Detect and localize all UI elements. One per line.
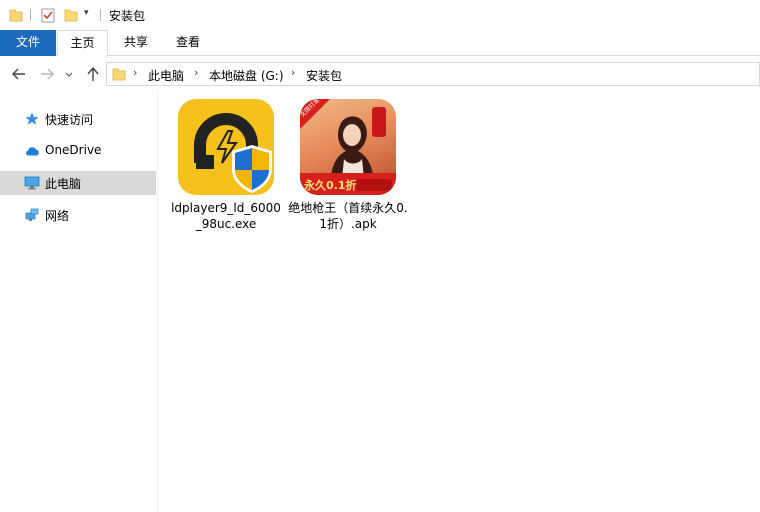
tab-home[interactable]: 主页 — [57, 30, 108, 57]
title-bar: ▾ 安装包 — [0, 0, 760, 30]
ribbon: 文件 主页 共享 查看 — [0, 30, 760, 57]
forward-arrow-icon[interactable] — [38, 65, 56, 83]
ldplayer-app-icon — [178, 99, 274, 195]
breadcrumb-drive[interactable]: 本地磁盘 (G:) — [209, 67, 284, 84]
tab-view[interactable]: 查看 — [163, 30, 213, 56]
recent-locations-chevron-icon[interactable] — [63, 65, 75, 83]
navigation-bar: › 此电脑 › 本地磁盘 (G:) › 安装包 — [0, 57, 760, 91]
tab-file[interactable]: 文件 — [0, 30, 56, 56]
new-folder-icon[interactable] — [64, 7, 78, 23]
tab-share[interactable]: 共享 — [112, 30, 160, 56]
cloud-icon — [26, 147, 39, 156]
separator — [30, 9, 31, 21]
game-apk-icon: 无限打金 永久0.1折 — [300, 99, 396, 195]
address-bar[interactable]: › 此电脑 › 本地磁盘 (G:) › 安装包 — [106, 62, 760, 86]
computer-icon — [24, 176, 40, 190]
sidebar-item-onedrive[interactable]: OneDrive — [0, 139, 156, 163]
separator — [100, 9, 101, 21]
file-item-ldplayer[interactable]: ldplayer9_ld_6000_98uc.exe — [171, 99, 281, 232]
star-icon — [25, 112, 39, 125]
sidebar-item-this-pc[interactable]: 此电脑 — [0, 171, 156, 195]
window-title: 安装包 — [109, 9, 146, 23]
file-list: ldplayer9_ld_6000_98uc.exe 无限打金 永久0.1折 绝… — [159, 91, 760, 512]
customize-toolbar-dropdown[interactable]: ▾ — [84, 8, 89, 18]
sidebar-item-label: 此电脑 — [45, 177, 82, 191]
breadcrumb-chevron-icon[interactable]: › — [291, 66, 295, 79]
up-arrow-icon[interactable] — [84, 65, 102, 83]
navigation-pane: 快速访问 OneDrive 此电脑 网络 — [0, 91, 158, 512]
file-name: ldplayer9_ld_6000_98uc.exe — [171, 201, 281, 231]
sidebar-item-label: 网络 — [45, 209, 70, 223]
sidebar-item-label: OneDrive — [45, 143, 102, 157]
sidebar-item-label: 快速访问 — [45, 113, 94, 127]
sidebar-item-network[interactable]: 网络 — [0, 203, 156, 227]
breadcrumb-folder[interactable]: 安装包 — [306, 67, 342, 84]
file-item-game-apk[interactable]: 无限打金 永久0.1折 绝地枪王（首续永久0.1折）.apk — [288, 99, 408, 232]
breadcrumb-chevron-icon[interactable]: › — [194, 66, 198, 79]
breadcrumb-chevron-icon[interactable]: › — [133, 66, 137, 79]
folder-icon[interactable] — [9, 7, 23, 23]
properties-icon[interactable] — [41, 7, 55, 23]
breadcrumb-this-pc[interactable]: 此电脑 — [148, 67, 184, 84]
file-name: 绝地枪王（首续永久0.1折）.apk — [288, 201, 408, 231]
promo-badge: 永久0.1折 — [304, 179, 357, 192]
network-icon — [25, 208, 39, 221]
folder-icon — [112, 68, 126, 81]
sidebar-item-quick-access[interactable]: 快速访问 — [0, 107, 156, 131]
back-arrow-icon[interactable] — [10, 65, 28, 83]
